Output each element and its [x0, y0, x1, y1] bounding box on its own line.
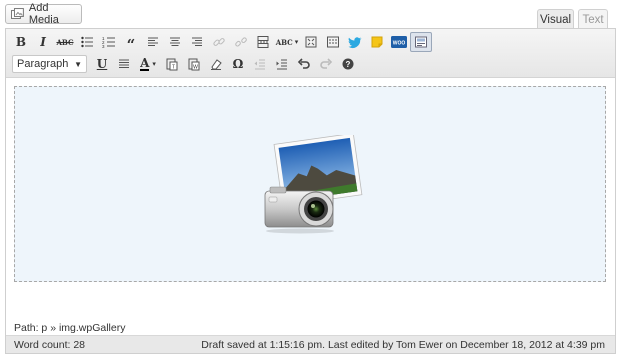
tab-text[interactable]: Text [578, 9, 608, 29]
blockquote-button[interactable]: “ [120, 32, 142, 52]
svg-text:T: T [172, 65, 175, 71]
svg-text:WOO: WOO [393, 40, 406, 46]
redo-icon [320, 58, 333, 69]
kitchen-sink-icon [327, 36, 339, 48]
spellcheck-button[interactable]: ABC ▾ [274, 32, 300, 52]
gallery-settings-button[interactable] [410, 32, 432, 52]
align-right-icon [192, 37, 202, 46]
remove-format-button[interactable] [205, 54, 227, 74]
toolbar-row-1: B I ABC 123 “ ABC ▾ WOO [10, 31, 432, 53]
editor-content[interactable] [6, 79, 615, 319]
status-bar: Word count: 28 Draft saved at 1:15:16 pm… [6, 335, 615, 353]
align-right-button[interactable] [186, 32, 208, 52]
element-path: Path: p » img.wpGallery [14, 321, 126, 334]
indent-button[interactable] [271, 54, 293, 74]
justify-button[interactable] [113, 54, 135, 74]
insert-more-button[interactable] [252, 32, 274, 52]
editor-toolbar: B I ABC 123 “ ABC ▾ WOO Paragraph ▼ U A … [6, 29, 615, 78]
italic-button[interactable]: I [32, 32, 54, 52]
svg-text:3: 3 [102, 44, 105, 49]
chevron-down-icon: ▼ [74, 59, 82, 69]
woo-icon: WOO [391, 36, 407, 48]
insert-link-button[interactable] [208, 32, 230, 52]
align-center-icon [170, 37, 180, 46]
add-media-icon [11, 8, 24, 19]
justify-icon [119, 59, 129, 68]
eraser-icon [211, 59, 222, 70]
format-select[interactable]: Paragraph ▼ [12, 55, 87, 73]
underline-button[interactable]: U [91, 54, 113, 74]
strikethrough-button[interactable]: ABC [54, 32, 76, 52]
undo-icon [297, 58, 310, 69]
indent-icon [276, 59, 287, 70]
align-left-button[interactable] [142, 32, 164, 52]
kitchen-sink-button[interactable] [322, 32, 344, 52]
sticky-note-icon [371, 36, 383, 48]
fullscreen-button[interactable] [300, 32, 322, 52]
align-left-icon [148, 37, 158, 46]
sticky-note-button[interactable] [366, 32, 388, 52]
word-count: Word count: 28 [14, 339, 86, 351]
paste-word-icon: W [188, 58, 200, 71]
numbered-list-icon: 123 [102, 36, 115, 49]
outdent-button[interactable] [249, 54, 271, 74]
fullscreen-icon [305, 36, 317, 48]
paste-word-button[interactable]: W [183, 54, 205, 74]
redo-button[interactable] [315, 54, 337, 74]
post-editor: B I ABC 123 “ ABC ▾ WOO Paragraph ▼ U A … [5, 28, 616, 354]
numbered-list-button[interactable]: 123 [98, 32, 120, 52]
undo-button[interactable] [293, 54, 315, 74]
twitter-bird-icon [348, 37, 362, 49]
woo-shortcodes-button[interactable]: WOO [388, 32, 410, 52]
tab-visual[interactable]: Visual [537, 9, 574, 29]
special-character-button[interactable]: Ω [227, 54, 249, 74]
draft-status: Draft saved at 1:15:16 pm. Last edited b… [201, 339, 605, 351]
align-center-button[interactable] [164, 32, 186, 52]
twitter-button[interactable] [344, 32, 366, 52]
bold-button[interactable]: B [10, 32, 32, 52]
camera-photo-icon [264, 135, 363, 234]
format-select-value: Paragraph [17, 58, 69, 70]
outdent-icon [254, 59, 265, 70]
svg-text:W: W [193, 65, 198, 71]
bullet-list-button[interactable] [76, 32, 98, 52]
gallery-settings-icon [415, 36, 427, 48]
bullet-list-icon [81, 36, 93, 48]
gallery-placeholder[interactable] [14, 86, 606, 282]
toolbar-row-2: Paragraph ▼ U A ▾ T W Ω ? [10, 53, 359, 75]
text-color-button[interactable]: A ▾ [135, 54, 161, 74]
add-media-button[interactable]: Add Media [5, 2, 82, 26]
unlink-icon [235, 37, 247, 47]
unlink-button[interactable] [230, 32, 252, 52]
help-icon: ? [342, 58, 354, 70]
link-icon [213, 38, 225, 46]
help-button[interactable]: ? [337, 54, 359, 74]
add-media-label: Add Media [28, 2, 59, 26]
svg-text:?: ? [346, 60, 351, 69]
paste-text-icon: T [166, 58, 178, 71]
paste-text-button[interactable]: T [161, 54, 183, 74]
read-more-icon [257, 36, 269, 48]
